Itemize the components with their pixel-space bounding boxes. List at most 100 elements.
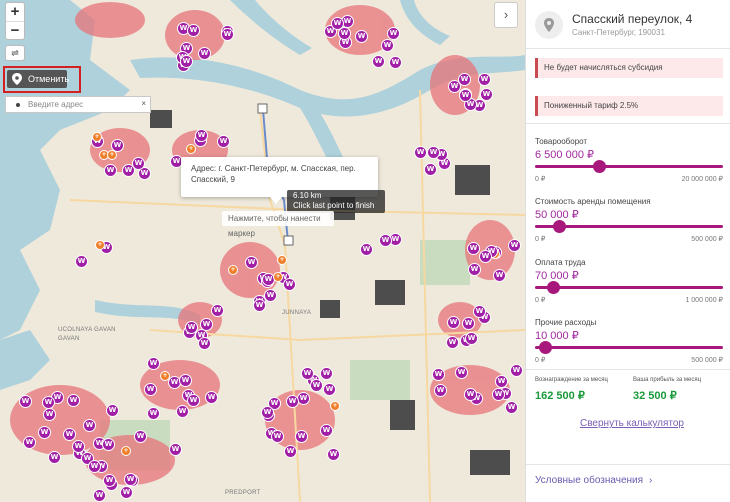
venue-marker[interactable]: W xyxy=(111,139,124,152)
venue-marker[interactable]: W xyxy=(424,163,437,176)
slider-track[interactable] xyxy=(535,286,723,289)
venue-marker[interactable]: W xyxy=(205,391,218,404)
venue-marker[interactable]: W xyxy=(185,321,198,334)
venue-marker[interactable]: W xyxy=(147,407,160,420)
venue-marker[interactable]: W xyxy=(446,336,459,349)
venue-marker[interactable]: W xyxy=(432,368,445,381)
venue-marker[interactable]: W xyxy=(379,234,392,247)
venue-marker[interactable]: W xyxy=(493,269,506,282)
venue-marker[interactable]: W xyxy=(508,239,521,252)
venue-marker[interactable]: W xyxy=(93,489,106,502)
venue-marker[interactable]: W xyxy=(473,305,486,318)
venue-marker[interactable]: W xyxy=(253,299,266,312)
venue-marker[interactable]: W xyxy=(284,445,297,458)
venue-marker[interactable]: W xyxy=(310,379,323,392)
slider-track[interactable] xyxy=(535,346,723,349)
venue-marker[interactable]: W xyxy=(479,250,492,263)
venue-marker[interactable]: W xyxy=(88,460,101,473)
venue-marker[interactable]: W xyxy=(102,438,115,451)
collapse-calculator-link[interactable]: Свернуть калькулятор xyxy=(580,418,684,429)
venue-marker[interactable]: W xyxy=(414,146,427,159)
promo-marker[interactable]: + xyxy=(273,272,283,282)
venue-marker[interactable]: W xyxy=(75,255,88,268)
venue-marker[interactable]: W xyxy=(301,367,314,380)
venue-marker[interactable]: W xyxy=(495,375,508,388)
address-input[interactable] xyxy=(28,98,140,111)
venue-marker[interactable]: W xyxy=(134,430,147,443)
promo-marker[interactable]: + xyxy=(277,255,287,265)
venue-marker[interactable]: W xyxy=(103,474,116,487)
promo-marker[interactable]: + xyxy=(228,265,238,275)
venue-marker[interactable]: W xyxy=(286,395,299,408)
venue-marker[interactable]: W xyxy=(147,357,160,370)
venue-marker[interactable]: W xyxy=(169,443,182,456)
venue-marker[interactable]: W xyxy=(459,89,472,102)
venue-marker[interactable]: W xyxy=(124,473,137,486)
venue-marker[interactable]: W xyxy=(468,263,481,276)
venue-marker[interactable]: W xyxy=(198,337,211,350)
venue-marker[interactable]: W xyxy=(387,27,400,40)
venue-marker[interactable]: W xyxy=(271,430,284,443)
venue-marker[interactable]: W xyxy=(217,135,230,148)
venue-marker[interactable]: W xyxy=(381,39,394,52)
venue-marker[interactable]: W xyxy=(323,383,336,396)
cancel-button[interactable]: Отменить xyxy=(7,70,69,88)
venue-marker[interactable]: W xyxy=(179,374,192,387)
venue-marker[interactable]: W xyxy=(360,243,373,256)
venue-marker[interactable]: W xyxy=(63,428,76,441)
venue-marker[interactable]: W xyxy=(372,55,385,68)
venue-marker[interactable]: W xyxy=(144,383,157,396)
slider-thumb[interactable] xyxy=(552,220,566,233)
promo-marker[interactable]: + xyxy=(330,401,340,411)
venue-marker[interactable]: W xyxy=(19,395,32,408)
venue-marker[interactable]: W xyxy=(72,440,85,453)
clear-icon[interactable]: × xyxy=(141,99,146,108)
venue-marker[interactable]: W xyxy=(180,55,193,68)
venue-marker[interactable]: W xyxy=(389,56,402,69)
venue-marker[interactable]: W xyxy=(38,426,51,439)
venue-marker[interactable]: W xyxy=(120,486,133,499)
promo-marker[interactable]: + xyxy=(92,132,102,142)
zoom-out-button[interactable]: − xyxy=(6,21,24,39)
venue-marker[interactable]: W xyxy=(355,30,368,43)
venue-marker[interactable]: W xyxy=(187,24,200,37)
venue-marker[interactable]: W xyxy=(447,316,460,329)
venue-marker[interactable]: W xyxy=(122,164,135,177)
venue-marker[interactable]: W xyxy=(67,394,80,407)
promo-marker[interactable]: + xyxy=(95,240,105,250)
venue-marker[interactable]: W xyxy=(331,17,344,30)
slider-thumb[interactable] xyxy=(547,281,561,294)
venue-marker[interactable]: W xyxy=(245,256,258,269)
venue-marker[interactable]: W xyxy=(23,436,36,449)
slider-track[interactable] xyxy=(535,165,723,168)
venue-marker[interactable]: W xyxy=(106,404,119,417)
venue-marker[interactable]: W xyxy=(320,367,333,380)
venue-marker[interactable]: W xyxy=(261,406,274,419)
venue-marker[interactable]: W xyxy=(505,401,518,414)
venue-marker[interactable]: W xyxy=(83,419,96,432)
venue-marker[interactable]: W xyxy=(434,384,447,397)
venue-marker[interactable]: W xyxy=(480,88,493,101)
venue-marker[interactable]: W xyxy=(200,318,213,331)
venue-marker[interactable]: W xyxy=(43,408,56,421)
venue-marker[interactable]: W xyxy=(295,430,308,443)
venue-marker[interactable]: W xyxy=(104,164,117,177)
venue-marker[interactable]: W xyxy=(221,28,234,41)
promo-marker[interactable]: + xyxy=(121,446,131,456)
chevron-right-icon[interactable]: › xyxy=(494,2,518,28)
slider-thumb[interactable] xyxy=(538,341,552,354)
venue-marker[interactable]: W xyxy=(297,392,310,405)
venue-marker[interactable]: W xyxy=(211,304,224,317)
promo-marker[interactable]: + xyxy=(186,144,196,154)
venue-marker[interactable]: W xyxy=(320,424,333,437)
venue-marker[interactable]: W xyxy=(467,242,480,255)
map-view[interactable]: WWWWWWWWWWWWWWWWWWWWWWWWWWWWWWW+W++WWWWW… xyxy=(0,0,525,502)
venue-marker[interactable]: W xyxy=(492,388,505,401)
venue-marker[interactable]: W xyxy=(427,146,440,159)
venue-marker[interactable]: W xyxy=(510,364,523,377)
legend-link[interactable]: Условные обозначения › xyxy=(535,475,652,486)
venue-marker[interactable]: W xyxy=(48,451,61,464)
venue-marker[interactable]: W xyxy=(478,73,491,86)
venue-marker[interactable]: W xyxy=(462,317,475,330)
venue-marker[interactable]: W xyxy=(195,129,208,142)
